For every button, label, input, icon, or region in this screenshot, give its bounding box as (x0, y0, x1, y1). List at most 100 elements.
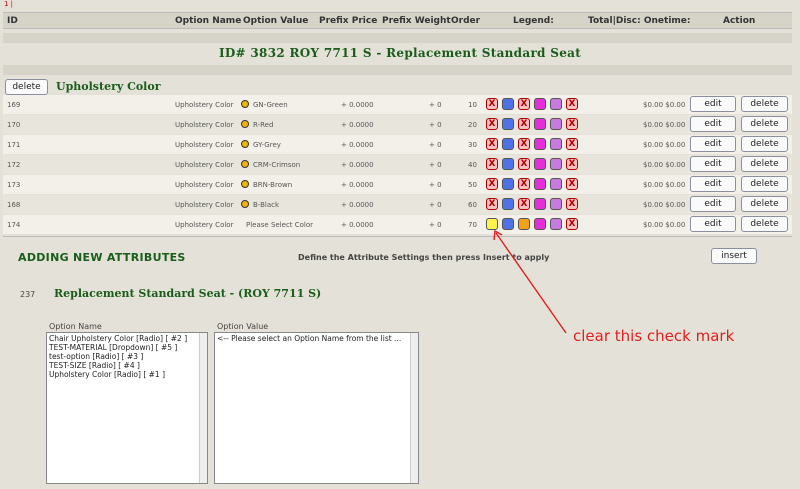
blue-legend-icon[interactable] (502, 138, 514, 150)
row-prefix-weight: + 0 (429, 221, 442, 229)
row-prefix-weight: + 0 (429, 121, 442, 129)
row-order: 10 (468, 101, 477, 109)
default-x-icon[interactable]: X (486, 158, 498, 170)
default-x-icon[interactable]: X (486, 118, 498, 130)
option-value-list[interactable]: <-- Please select an Option Name from th… (214, 332, 419, 484)
delete-button[interactable]: delete (741, 176, 788, 192)
row-prefix-price: + 0.0000 (341, 201, 374, 209)
row-id: 168 (7, 201, 21, 209)
edit-button[interactable]: edit (690, 136, 736, 152)
delete-button[interactable]: delete (741, 116, 788, 132)
row-id: 171 (7, 141, 21, 149)
product-name: Replacement Standard Seat - (ROY 7711 S) (54, 287, 322, 300)
row-total: $0.00 $0.00 (643, 181, 686, 189)
default-x-icon[interactable]: X (486, 138, 498, 150)
edit-button[interactable]: edit (690, 196, 736, 212)
delete-button[interactable]: delete (741, 136, 788, 152)
violet-legend-icon[interactable] (550, 198, 562, 210)
discount-x-icon[interactable]: X (566, 178, 578, 190)
violet-legend-icon[interactable] (550, 158, 562, 170)
orange-legend-icon[interactable] (518, 218, 530, 230)
option-value-label: Option Value (217, 322, 269, 331)
delete-button[interactable]: delete (741, 216, 788, 232)
pink-legend-icon[interactable] (534, 198, 546, 210)
edit-button[interactable]: edit (690, 116, 736, 132)
discount-x-icon[interactable]: X (566, 218, 578, 230)
adding-heading: ADDING NEW ATTRIBUTES (18, 251, 186, 264)
delete-button[interactable]: delete (741, 196, 788, 212)
blue-legend-icon[interactable] (502, 198, 514, 210)
row-id: 170 (7, 121, 21, 129)
default-x-icon[interactable]: X (486, 98, 498, 110)
row-total: $0.00 $0.00 (643, 101, 686, 109)
row-prefix-weight: + 0 (429, 101, 442, 109)
discount-x-icon[interactable]: X (566, 138, 578, 150)
required-x-icon[interactable]: X (518, 118, 530, 130)
blue-legend-icon[interactable] (502, 178, 514, 190)
delete-option-button[interactable]: delete (5, 79, 48, 95)
insert-button[interactable]: insert (711, 248, 757, 264)
scrollbar[interactable] (199, 333, 207, 483)
default-checkmark-icon[interactable] (486, 218, 498, 230)
delete-button[interactable]: delete (741, 96, 788, 112)
edit-button[interactable]: edit (690, 216, 736, 232)
option-name-label: Option Name (49, 322, 102, 331)
required-x-icon[interactable]: X (518, 98, 530, 110)
default-x-icon[interactable]: X (486, 178, 498, 190)
option-name-item[interactable]: Upholstery Color [Radio] [ #1 ] (49, 370, 205, 379)
option-name-item[interactable]: TEST-SIZE [Radio] [ #4 ] (49, 361, 205, 370)
delete-button[interactable]: delete (741, 156, 788, 172)
option-value-item[interactable]: <-- Please select an Option Name from th… (217, 334, 416, 343)
pink-legend-icon[interactable] (534, 118, 546, 130)
table-row: 168 Upholstery Color B-Black + 0.0000 + 0 60 X… (3, 195, 792, 214)
option-name-item[interactable]: Chair Upholstery Color [Radio] [ #2 ] (49, 334, 205, 343)
pink-legend-icon[interactable] (534, 178, 546, 190)
pink-legend-icon[interactable] (534, 138, 546, 150)
option-name-list[interactable]: Chair Upholstery Color [Radio] [ #2 ] TES… (46, 332, 208, 484)
violet-legend-icon[interactable] (550, 138, 562, 150)
row-option-name: Upholstery Color (175, 141, 234, 149)
required-x-icon[interactable]: X (518, 138, 530, 150)
row-option-name: Upholstery Color (175, 161, 234, 169)
product-title: ID# 3832 ROY 7711 S - Replacement Standa… (218, 46, 582, 60)
option-name-item[interactable]: TEST-MATERIAL [Dropdown] [ #5 ] (49, 343, 205, 352)
pink-legend-icon[interactable] (534, 218, 546, 230)
row-order: 40 (468, 161, 477, 169)
required-x-icon[interactable]: X (518, 198, 530, 210)
table-row: 171 Upholstery Color GY-Grey + 0.0000 + 0 30 X… (3, 135, 792, 154)
divider (3, 236, 792, 237)
header-total: Total|Disc: Onetime: (588, 16, 691, 26)
table-row: 174 Upholstery Color Please Select Color + … (3, 215, 792, 234)
required-x-icon[interactable]: X (518, 178, 530, 190)
blue-legend-icon[interactable] (502, 218, 514, 230)
discount-x-icon[interactable]: X (566, 158, 578, 170)
row-option-value: BRN-Brown (253, 181, 293, 189)
product-id: 237 (20, 290, 36, 299)
header-legend: Legend: (513, 16, 554, 26)
row-total: $0.00 $0.00 (643, 201, 686, 209)
required-x-icon[interactable]: X (518, 158, 530, 170)
radio-bullet-icon (241, 100, 249, 108)
blue-legend-icon[interactable] (502, 118, 514, 130)
header-prefix-weight: Prefix Weight (382, 16, 451, 26)
edit-button[interactable]: edit (690, 96, 736, 112)
edit-button[interactable]: edit (690, 156, 736, 172)
violet-legend-icon[interactable] (550, 218, 562, 230)
blue-legend-icon[interactable] (502, 158, 514, 170)
pink-legend-icon[interactable] (534, 98, 546, 110)
radio-bullet-icon (241, 140, 249, 148)
scrollbar[interactable] (410, 333, 418, 483)
row-prefix-price: + 0.0000 (341, 221, 374, 229)
discount-x-icon[interactable]: X (566, 98, 578, 110)
discount-x-icon[interactable]: X (566, 118, 578, 130)
row-option-name: Upholstery Color (175, 221, 234, 229)
edit-button[interactable]: edit (690, 176, 736, 192)
option-name-item[interactable]: test-option [Radio] [ #3 ] (49, 352, 205, 361)
default-x-icon[interactable]: X (486, 198, 498, 210)
violet-legend-icon[interactable] (550, 98, 562, 110)
pink-legend-icon[interactable] (534, 158, 546, 170)
discount-x-icon[interactable]: X (566, 198, 578, 210)
violet-legend-icon[interactable] (550, 118, 562, 130)
violet-legend-icon[interactable] (550, 178, 562, 190)
blue-legend-icon[interactable] (502, 98, 514, 110)
